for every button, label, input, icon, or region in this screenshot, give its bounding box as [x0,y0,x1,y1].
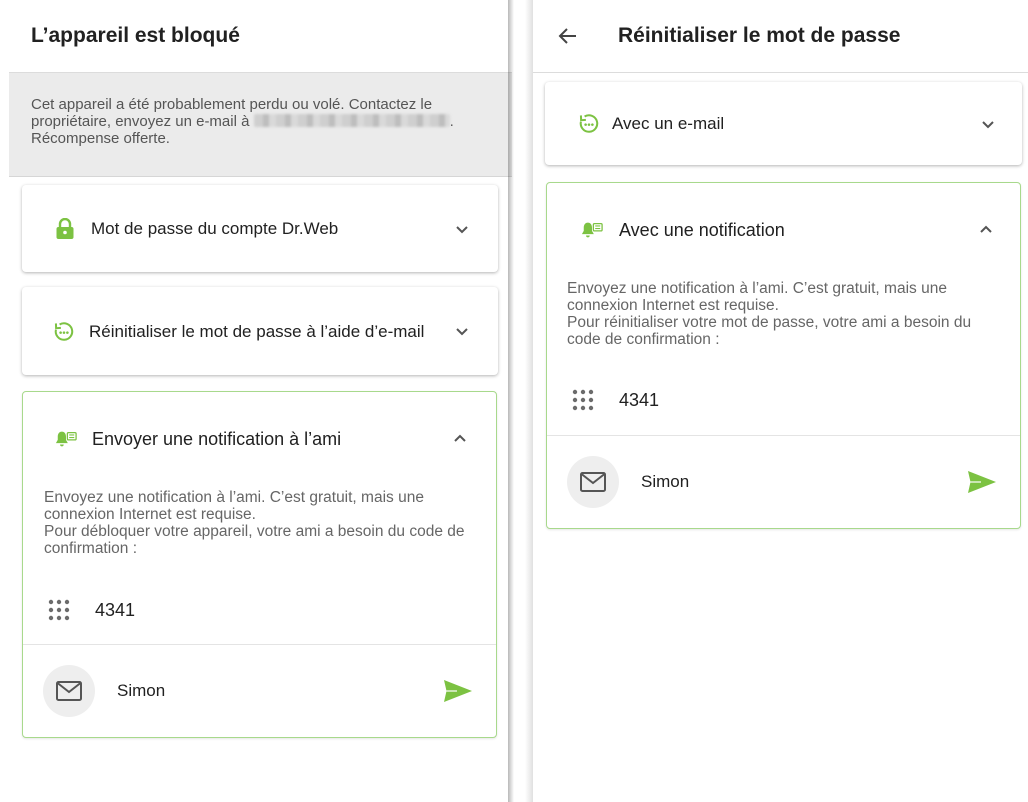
locked-device-screen: L’appareil est bloqué Cet appareil a été… [9,0,512,802]
avatar [43,665,95,717]
card-with-notification: Avec une notification Envoyez une notifi… [546,182,1021,529]
confirmation-code: 4341 [95,599,136,620]
friend-name: Simon [117,681,166,700]
keypad-icon [572,389,594,411]
divider [23,644,496,645]
panel-shadow [508,0,514,802]
notification-icon [581,219,603,241]
lost-device-banner: Cet appareil a été probablement perdu ou… [9,73,512,177]
confirmation-instruction: Pour débloquer votre appareil, votre ami… [44,523,465,557]
keypad-icon [48,599,70,621]
notification-icon [55,428,77,450]
app-bar: L’appareil est bloqué [9,0,512,73]
reset-password-screen: Réinitialiser le mot de passe Avec un e-… [533,0,1028,802]
chevron-down-icon[interactable] [979,115,997,133]
mail-icon [580,472,606,492]
redacted-email [253,114,450,127]
panel-shadow [525,0,533,802]
card-header[interactable]: Avec un e-mail [545,82,1022,165]
avatar [567,456,619,508]
card-header[interactable]: Réinitialiser le mot de passe à l’aide d… [22,287,498,375]
lock-icon [54,217,76,240]
card-title: Mot de passe du compte Dr.Web [91,219,339,238]
card-with-email[interactable]: Avec un e-mail [545,82,1022,165]
divider [547,435,1020,436]
confirmation-code: 4341 [619,389,660,410]
page-title: Réinitialiser le mot de passe [618,24,901,47]
card-title: Avec une notification [619,219,785,240]
card-header[interactable]: Mot de passe du compte Dr.Web [22,185,498,272]
notification-instructions: Envoyez une notification à l’ami. C’est … [567,280,997,348]
email-reset-icon [53,320,75,342]
app-bar: Réinitialiser le mot de passe [533,0,1028,73]
chevron-up-icon[interactable] [451,430,469,448]
chevron-down-icon[interactable] [453,322,471,340]
mail-icon [56,681,82,701]
friend-row: Simon [23,665,496,717]
send-icon[interactable] [967,469,997,495]
page-title: L’appareil est bloqué [31,24,240,47]
email-reset-icon [578,113,600,135]
friend-row: Simon [547,456,1020,508]
notification-description: Envoyez une notification à l’ami. C’est … [567,280,947,314]
send-icon[interactable] [443,678,473,704]
confirmation-code-row: 4341 [47,598,135,622]
confirmation-instruction: Pour réinitialiser votre mot de passe, v… [567,314,972,348]
card-header[interactable]: Envoyer une notification à l’ami [23,392,496,486]
card-account-password[interactable]: Mot de passe du compte Dr.Web [22,185,498,272]
card-title: Avec un e-mail [612,114,725,133]
card-title: Envoyer une notification à l’ami [92,428,342,449]
card-header[interactable]: Avec une notification [547,183,1020,277]
notification-instructions: Envoyez une notification à l’ami. C’est … [44,489,474,557]
card-reset-by-email[interactable]: Réinitialiser le mot de passe à l’aide d… [22,287,498,375]
confirmation-code-row: 4341 [571,388,659,412]
back-arrow-icon[interactable] [556,24,580,48]
chevron-up-icon[interactable] [977,221,995,239]
chevron-down-icon[interactable] [453,220,471,238]
friend-name: Simon [641,472,690,491]
notification-description: Envoyez une notification à l’ami. C’est … [44,489,424,523]
card-title: Réinitialiser le mot de passe à l’aide d… [89,321,425,341]
card-notify-friend: Envoyer une notification à l’ami Envoyez… [22,391,497,738]
